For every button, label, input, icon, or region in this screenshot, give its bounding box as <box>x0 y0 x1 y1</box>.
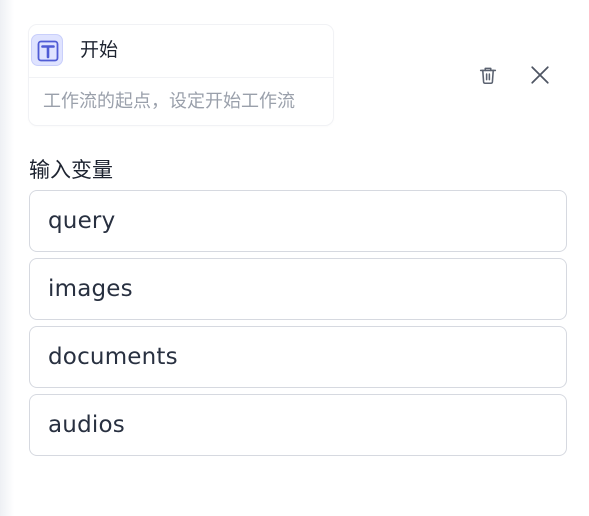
input-variable-list: query images documents audios <box>29 190 567 462</box>
variable-item-documents[interactable]: documents <box>29 326 567 388</box>
panel-left-shadow <box>0 0 14 516</box>
input-variables-label: 输入变量 <box>29 158 113 182</box>
delete-button[interactable] <box>472 59 504 91</box>
node-header-card: 开始 工作流的起点，设定开始工作流 <box>29 25 333 125</box>
node-description[interactable]: 工作流的起点，设定开始工作流 <box>43 89 321 115</box>
close-icon <box>531 66 549 84</box>
variable-item-query[interactable]: query <box>29 190 567 252</box>
trash-icon <box>479 67 497 85</box>
text-t-icon <box>31 34 63 66</box>
node-title-row: 开始 <box>29 25 333 78</box>
variable-item-audios[interactable]: audios <box>29 394 567 456</box>
node-title[interactable]: 开始 <box>80 38 118 62</box>
variable-item-images[interactable]: images <box>29 258 567 320</box>
close-button[interactable] <box>524 59 556 91</box>
